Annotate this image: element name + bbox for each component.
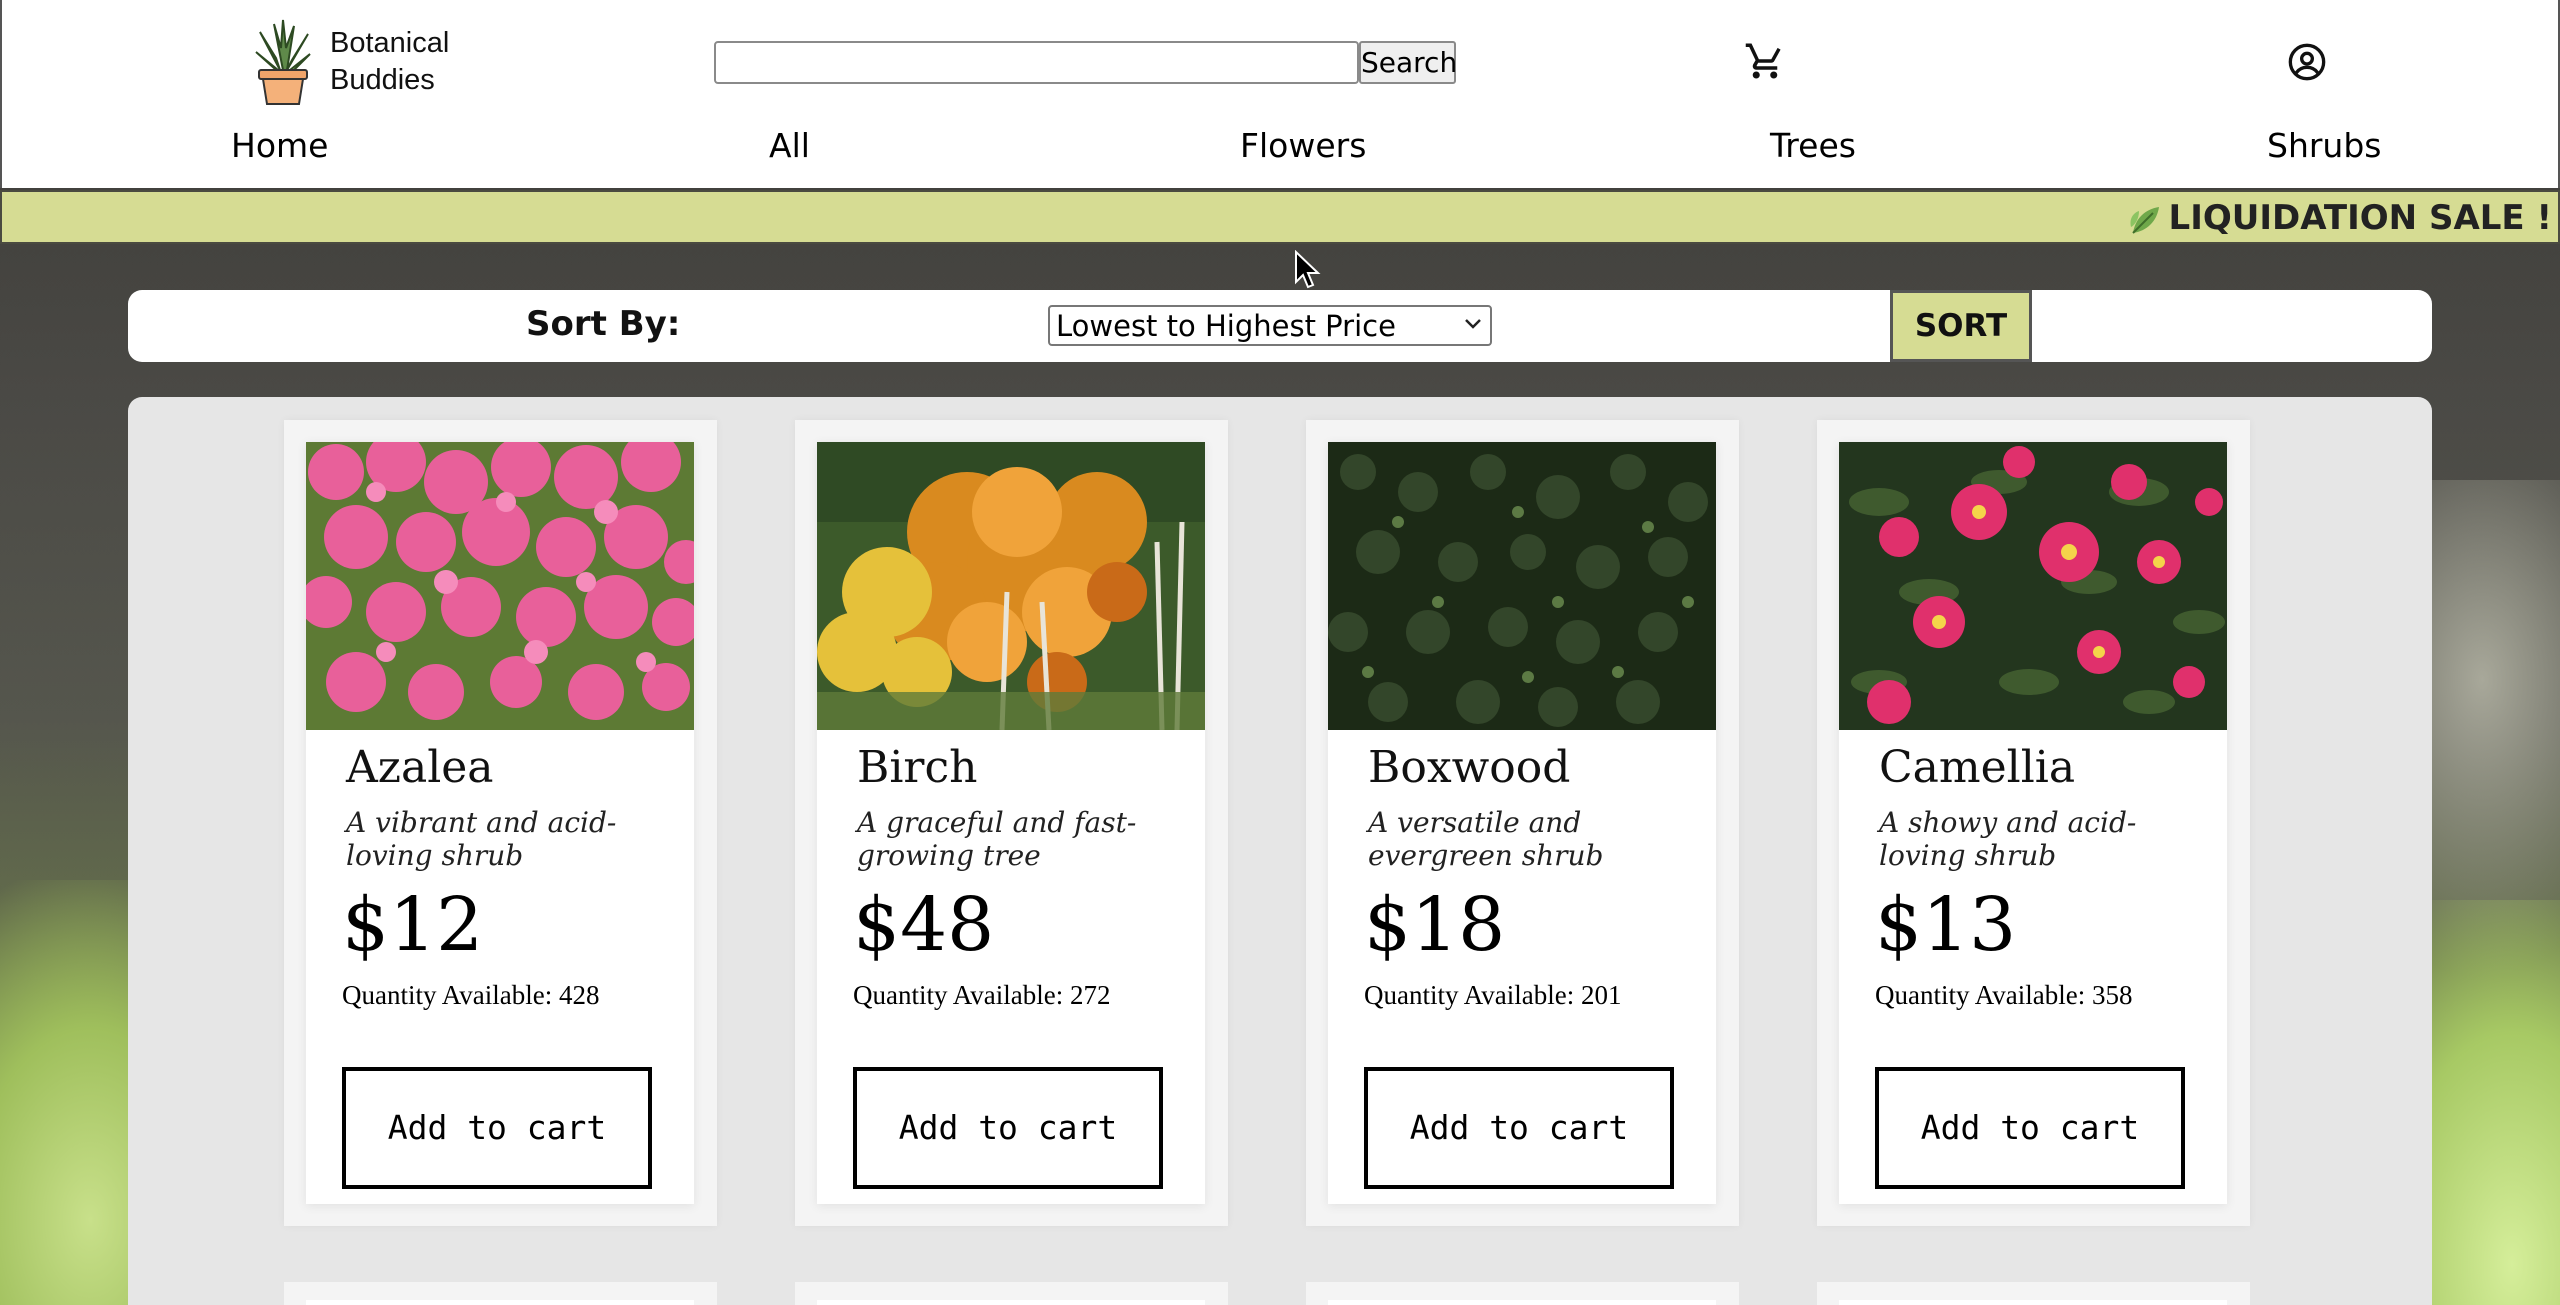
add-to-cart-button[interactable]: Add to cart [342, 1067, 652, 1189]
product-card-body [1839, 1300, 2227, 1305]
product-price: $12 [342, 882, 484, 968]
product-quantity: Quantity Available: 358 [1875, 980, 2133, 1010]
nav-flowers[interactable]: Flowers [1240, 126, 1366, 165]
product-price: $13 [1875, 882, 2017, 968]
product-card: Birch A graceful and fast-growing tree $… [795, 420, 1228, 1226]
add-to-cart-button[interactable]: Add to cart [1875, 1067, 2185, 1189]
add-to-cart-button[interactable]: Add to cart [853, 1067, 1163, 1189]
chevron-down-icon [1465, 319, 1481, 329]
product-card: Camellia A showy and acid-loving shrub $… [1817, 420, 2250, 1226]
brand-line-2: Buddies [330, 64, 435, 96]
sort-label: Sort By: [526, 304, 681, 344]
mouse-cursor-icon [1295, 250, 1321, 289]
product-grid: Azalea A vibrant and acid-loving shrub $… [128, 397, 2432, 1305]
product-card-body: Birch A graceful and fast-growing tree $… [817, 442, 1205, 1204]
product-name: Birch [857, 742, 978, 793]
potted-plant-icon [255, 19, 311, 105]
sort-select[interactable]: Lowest to Highest Price [1048, 305, 1492, 346]
nav-all[interactable]: All [769, 126, 810, 165]
brand-logo[interactable]: Botanical Buddies [254, 18, 449, 106]
sale-banner-content: LIQUIDATION SALE ! [2127, 198, 2552, 238]
search-button[interactable]: Search [1359, 41, 1457, 84]
product-quantity: Quantity Available: 428 [342, 980, 600, 1010]
product-card: Boxwood A versatile and evergreen shrub … [1306, 420, 1739, 1226]
sale-banner: LIQUIDATION SALE ! [0, 190, 2560, 244]
sort-bar: Sort By: Lowest to Highest Price SORT [128, 290, 2432, 362]
product-description: A versatile and evergreen shrub [1368, 806, 1604, 872]
product-card-body: Boxwood A versatile and evergreen shrub … [1328, 442, 1716, 1204]
brand-name: Botanical Buddies [330, 25, 449, 99]
product-card-body [1328, 1300, 1716, 1305]
product-description: A graceful and fast-growing tree [857, 806, 1137, 872]
shopping-cart-icon[interactable] [1744, 40, 1786, 82]
add-to-cart-button[interactable]: Add to cart [1364, 1067, 1674, 1189]
product-quantity: Quantity Available: 201 [1364, 980, 1622, 1010]
nav-trees[interactable]: Trees [1770, 126, 1856, 165]
search-input[interactable] [714, 41, 1359, 84]
sort-select-value: Lowest to Highest Price [1056, 309, 1396, 343]
product-description: A vibrant and acid-loving shrub [346, 806, 617, 872]
product-image-azalea[interactable] [306, 442, 694, 730]
product-card-body: Camellia A showy and acid-loving shrub $… [1839, 442, 2227, 1204]
product-card-body: Azalea A vibrant and acid-loving shrub $… [306, 442, 694, 1204]
product-card [1817, 1282, 2250, 1305]
product-name: Azalea [346, 742, 494, 793]
sale-banner-text: LIQUIDATION SALE ! [2168, 198, 2552, 238]
product-quantity: Quantity Available: 272 [853, 980, 1111, 1010]
product-card [284, 1282, 717, 1305]
product-name: Camellia [1879, 742, 2076, 793]
product-image-birch[interactable] [817, 442, 1205, 730]
nav-home[interactable]: Home [231, 126, 328, 165]
product-price: $18 [1364, 882, 1506, 968]
search-bar: Search [714, 41, 1457, 84]
product-image-boxwood[interactable] [1328, 442, 1716, 730]
brand-line-1: Botanical [330, 27, 450, 59]
site-header: Botanical Buddies Search Home All Flower… [0, 0, 2560, 188]
leaf-icon [2130, 206, 2159, 234]
product-card-body [306, 1300, 694, 1305]
product-card: Azalea A vibrant and acid-loving shrub $… [284, 420, 717, 1226]
product-card-body [817, 1300, 1205, 1305]
nav-shrubs[interactable]: Shrubs [2267, 126, 2382, 165]
product-card [1306, 1282, 1739, 1305]
product-card [795, 1282, 1228, 1305]
product-image-camellia[interactable] [1839, 442, 2227, 730]
sort-button[interactable]: SORT [1890, 290, 2032, 362]
product-price: $48 [853, 882, 995, 968]
account-circle-icon[interactable] [2287, 42, 2327, 82]
product-description: A showy and acid-loving shrub [1879, 806, 2137, 872]
product-name: Boxwood [1368, 742, 1571, 793]
